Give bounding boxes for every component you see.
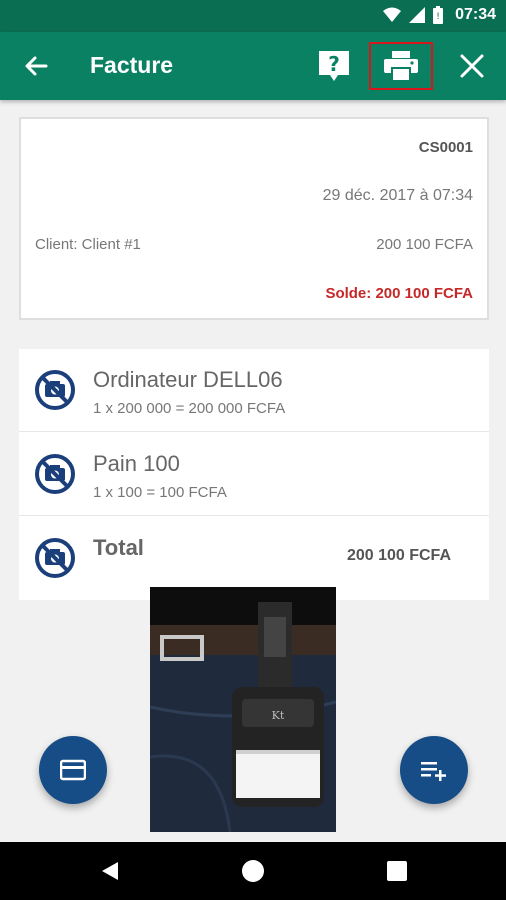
item-name: Ordinateur DELL06 (93, 367, 283, 392)
page-title: Facture (90, 52, 174, 78)
invoice-client: Client: Client #1 (35, 236, 141, 253)
payment-button[interactable] (39, 736, 107, 804)
svg-text:!: ! (436, 12, 440, 22)
status-bar: ! 07:34 (0, 0, 506, 32)
battery-icon: ! (433, 6, 444, 24)
nav-back-icon[interactable] (98, 859, 122, 883)
close-icon[interactable] (456, 50, 488, 82)
help-icon[interactable]: ? (316, 48, 352, 84)
print-button[interactable] (369, 42, 433, 90)
printer-photo: Kt (150, 587, 336, 832)
invoice-balance: Solde: 200 100 FCFA (325, 285, 473, 302)
back-arrow-icon[interactable] (20, 50, 52, 82)
total-value: 200 100 FCFA (346, 547, 451, 564)
no-photo-icon (35, 370, 75, 410)
svg-text:?: ? (328, 52, 340, 76)
invoice-date: 29 déc. 2017 à 07:34 (322, 187, 473, 204)
svg-text:Kt: Kt (272, 709, 285, 722)
total-label: Total (93, 535, 144, 560)
list-item[interactable]: Pain 100 1 x 100 = 100 FCFA (19, 433, 489, 516)
invoice-summary-card: CS0001 29 déc. 2017 à 07:34 Client: Clie… (19, 117, 489, 320)
item-detail: 1 x 200 000 = 200 000 FCFA (93, 400, 286, 417)
app-bar: Facture ? (0, 32, 506, 100)
wifi-icon (383, 7, 402, 22)
invoice-items-list: Ordinateur DELL06 1 x 200 000 = 200 000 … (19, 349, 489, 600)
nav-home-icon[interactable] (241, 859, 265, 883)
add-to-list-button[interactable] (400, 736, 468, 804)
no-photo-icon (35, 538, 75, 578)
printer-icon (384, 51, 418, 81)
status-time: 07:34 (455, 6, 496, 23)
no-photo-icon (35, 454, 75, 494)
invoice-amount: 200 100 FCFA (376, 236, 473, 253)
playlist-add-icon (421, 762, 446, 781)
item-detail: 1 x 100 = 100 FCFA (93, 484, 227, 501)
navigation-bar (0, 842, 506, 900)
invoice-number: CS0001 (418, 139, 473, 156)
printer-photo-illustration: Kt (150, 587, 336, 832)
signal-icon (409, 7, 426, 23)
item-name: Pain 100 (93, 451, 180, 476)
credit-card-icon (60, 759, 86, 781)
list-item[interactable]: Ordinateur DELL06 1 x 200 000 = 200 000 … (19, 349, 489, 432)
nav-recents-icon[interactable] (385, 859, 409, 883)
